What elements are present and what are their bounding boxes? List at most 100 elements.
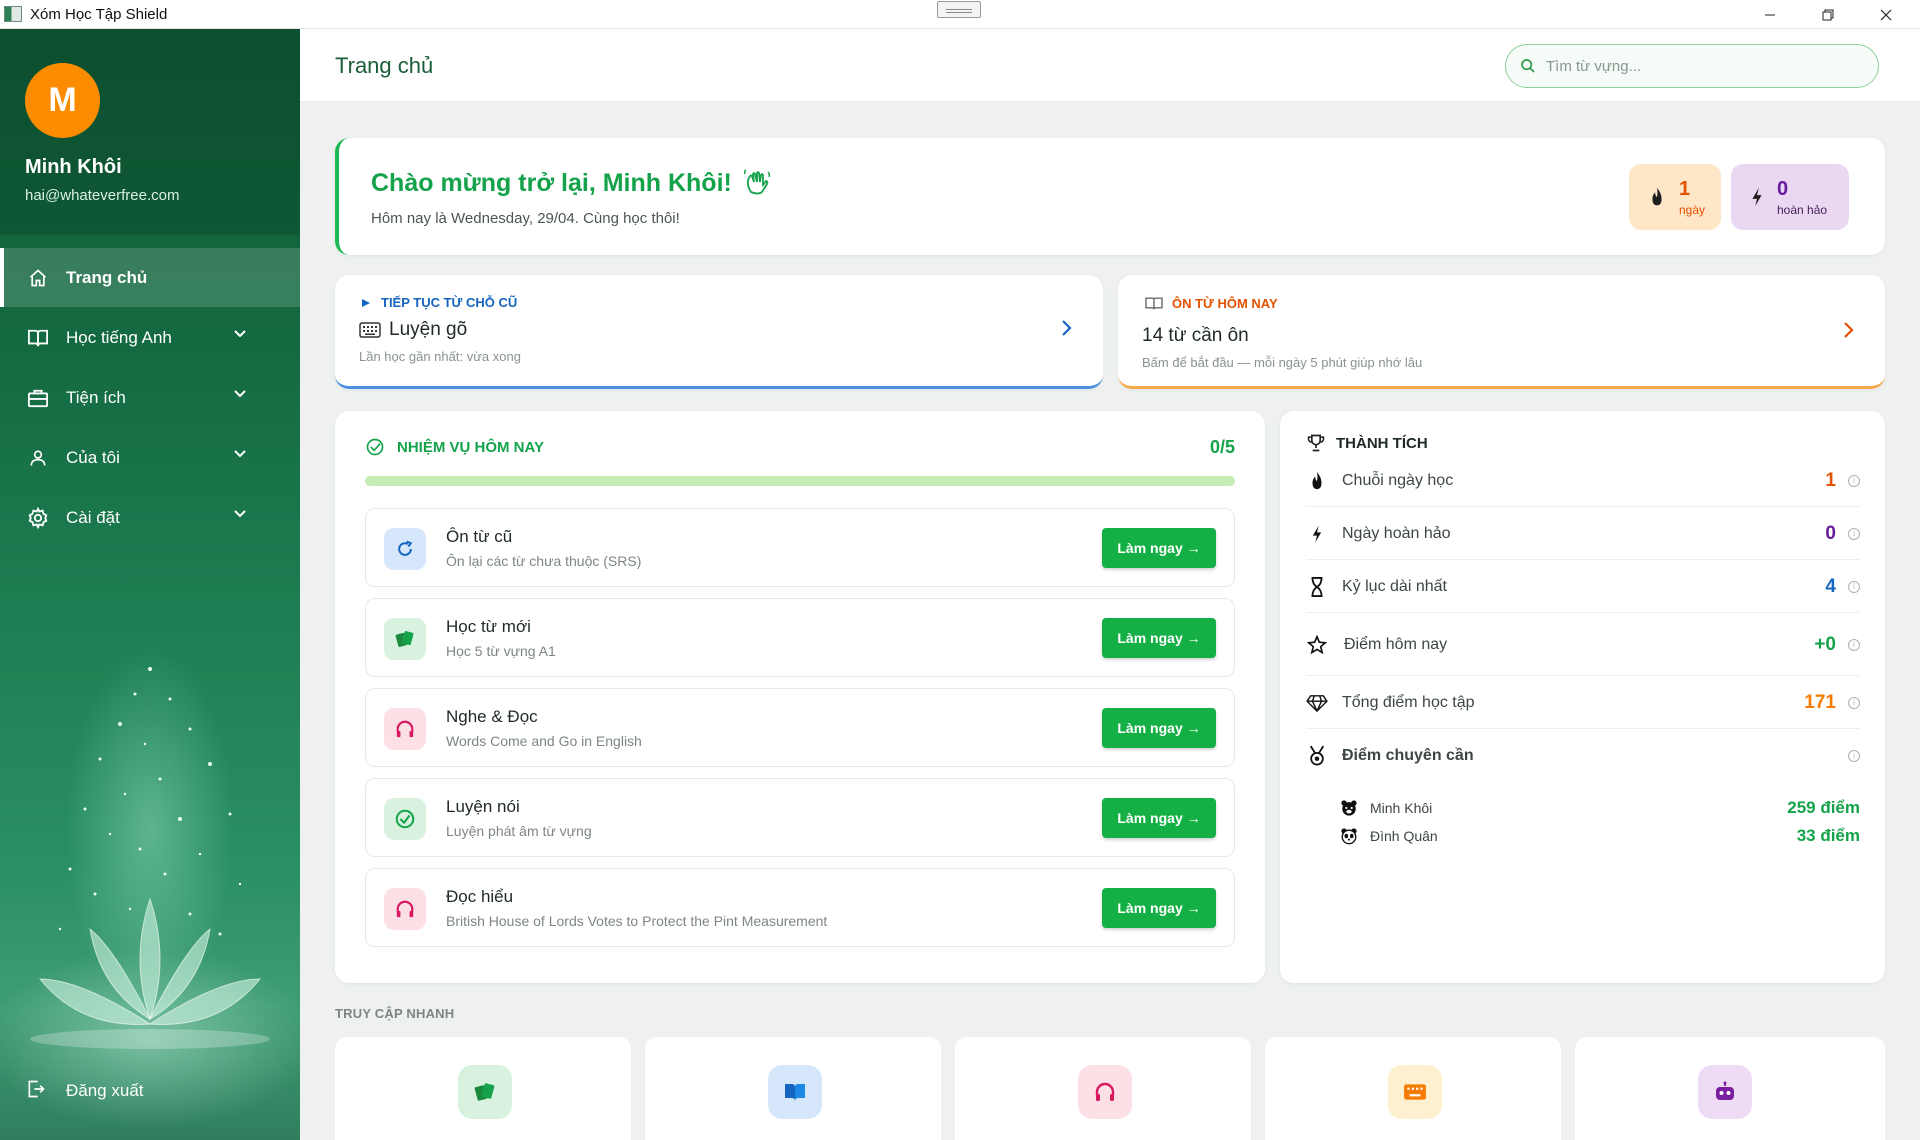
sidebar-item-label: Học tiếng Anh [66, 327, 172, 347]
sidebar-item-mine[interactable]: Của tôi [0, 428, 300, 487]
drag-handle[interactable] [937, 1, 981, 18]
chevron-down-icon [234, 510, 246, 518]
sidebar: M Minh Khôi hai@whateverfree.com Trang c… [0, 29, 300, 1140]
achievement-label: Chuỗi ngày học [1342, 471, 1454, 489]
info-icon[interactable]: i [1848, 474, 1860, 487]
task-name: Luyện nói [446, 797, 520, 816]
headphones-icon [384, 708, 426, 750]
avatar[interactable]: M [25, 63, 100, 138]
trophy-icon [1307, 434, 1325, 452]
quick-access-tile[interactable] [645, 1037, 941, 1140]
waving-hand-icon [743, 169, 770, 195]
sidebar-item-home[interactable]: Trang chủ [0, 248, 300, 307]
achievement-value: +0 [1814, 633, 1836, 655]
task-item: Ôn từ cũ Ôn lại các từ chưa thuộc (SRS) … [365, 508, 1235, 587]
medal-icon [1306, 745, 1328, 767]
headphones-icon [1078, 1065, 1132, 1119]
tasks-title: NHIỆM VỤ HÔM NAY [365, 437, 544, 457]
continue-kicker-text: TIẾP TỤC TỪ CHỖ CŨ [381, 295, 518, 310]
achievement-row-diligence: Điểm chuyên cần i [1306, 730, 1860, 782]
window-titlebar: Xóm Học Tập Shield [0, 0, 1920, 29]
play-icon [362, 298, 370, 307]
tasks-count: 0/5 [1209, 437, 1235, 457]
task-name: Ôn từ cũ [446, 527, 513, 546]
restore-button[interactable] [1799, 0, 1857, 29]
task-name: Học từ mới [446, 617, 531, 636]
sidebar-item-learn-english[interactable]: Học tiếng Anh [0, 308, 300, 367]
refresh-icon [384, 528, 426, 570]
diligence-member: Đình Quân 33 điểm [1340, 826, 1860, 846]
perfect-days-value: 0 [1777, 177, 1789, 200]
continue-card[interactable]: TIẾP TỤC TỪ CHỖ CŨ Luyện gõ Lần học gần … [335, 275, 1103, 389]
review-kicker-text: ÔN TỪ HÔM NAY [1172, 295, 1278, 311]
page-title: Trang chủ [335, 53, 434, 78]
member-points: 33 điểm [1796, 826, 1860, 845]
info-icon[interactable]: i [1848, 527, 1860, 540]
chevron-down-icon [234, 390, 246, 398]
achievement-row-total-points: Tổng điểm học tập 171 i [1306, 677, 1860, 729]
check-circle-icon [384, 798, 426, 840]
chevron-right-icon [1062, 320, 1072, 336]
book-open-icon [26, 326, 50, 350]
app-icon [4, 6, 22, 22]
profile-name: Minh Khôi [25, 156, 122, 178]
sidebar-item-label: Cài đặt [66, 507, 120, 527]
welcome-title: Chào mừng trở lại, Minh Khôi! [371, 168, 772, 198]
task-start-button[interactable]: Làm ngay → [1102, 708, 1216, 748]
sidebar-item-label: Trang chủ [66, 267, 148, 287]
sidebar-item-settings[interactable]: Cài đặt [0, 488, 300, 547]
continue-subtitle: Lần học gần nhất: vừa xong [359, 349, 521, 364]
info-icon[interactable]: i [1848, 750, 1860, 762]
keyboard-icon [1388, 1065, 1442, 1119]
quick-access-tile[interactable] [1575, 1037, 1885, 1140]
sidebar-item-label: Của tôi [66, 447, 120, 467]
review-card[interactable]: ÔN TỪ HÔM NAY 14 từ cần ôn Bấm để bắt đầ… [1118, 275, 1885, 389]
search-box[interactable] [1505, 44, 1879, 88]
bear-icon [1341, 800, 1357, 816]
logout-label: Đăng xuất [66, 1081, 144, 1100]
task-start-button[interactable]: Làm ngay → [1102, 798, 1216, 838]
quick-access-tile[interactable] [955, 1037, 1251, 1140]
minimize-button[interactable] [1741, 0, 1799, 29]
task-start-button[interactable]: Làm ngay → [1102, 888, 1216, 928]
achievement-label: Tổng điểm học tập [1342, 693, 1475, 711]
book-icon [1145, 297, 1163, 310]
panda-icon [1341, 828, 1357, 845]
achievement-row-perfect-days: Ngày hoàn hảo 0 i [1306, 508, 1860, 560]
task-item: Đọc hiểu British House of Lords Votes to… [365, 868, 1235, 947]
achievement-label: Kỷ lục dài nhất [1342, 577, 1447, 595]
search-input[interactable] [1546, 57, 1846, 75]
check-circle-icon [366, 438, 384, 456]
chevron-down-icon [234, 330, 246, 338]
lotus-decoration [30, 897, 270, 1049]
quick-access-tile[interactable] [1265, 1037, 1561, 1140]
info-icon[interactable]: i [1848, 696, 1860, 709]
book-open-icon [768, 1065, 822, 1119]
task-item: Học từ mới Học 5 từ vựng A1 Làm ngay → [365, 598, 1235, 677]
review-kicker: ÔN TỪ HÔM NAY [1144, 295, 1278, 311]
task-start-button[interactable]: Làm ngay → [1102, 528, 1216, 568]
sidebar-item-utilities[interactable]: Tiện ích [0, 368, 300, 427]
info-icon[interactable]: i [1848, 580, 1860, 593]
task-desc: Học 5 từ vựng A1 [446, 643, 556, 659]
achievements-title: THÀNH TÍCH [1306, 433, 1428, 453]
task-start-button[interactable]: Làm ngay → [1102, 618, 1216, 658]
welcome-title-text: Chào mừng trở lại, Minh Khôi! [371, 168, 732, 197]
profile-email: hai@whateverfree.com [25, 187, 180, 204]
task-item: Nghe & Đọc Words Come and Go in English … [365, 688, 1235, 767]
logout-button[interactable]: Đăng xuất [26, 1079, 144, 1103]
diligence-member: Minh Khôi 259 điểm [1340, 798, 1860, 818]
task-name: Nghe & Đọc [446, 707, 538, 726]
quick-access-tile[interactable] [335, 1037, 631, 1140]
info-icon[interactable]: i [1848, 638, 1860, 651]
chevron-down-icon [234, 450, 246, 458]
cards-icon [384, 618, 426, 660]
achievements-card: THÀNH TÍCH Chuỗi ngày học 1 i Ngày hoàn … [1280, 411, 1885, 983]
bolt-icon [1752, 187, 1762, 207]
home-icon [26, 266, 50, 290]
achievement-row-today-points: Điểm hôm nay +0 i [1306, 614, 1860, 676]
streak-badge: 1 ngày [1629, 164, 1721, 230]
restore-icon [1822, 9, 1834, 20]
achievement-value: 1 [1825, 469, 1836, 491]
close-button[interactable] [1857, 0, 1915, 29]
